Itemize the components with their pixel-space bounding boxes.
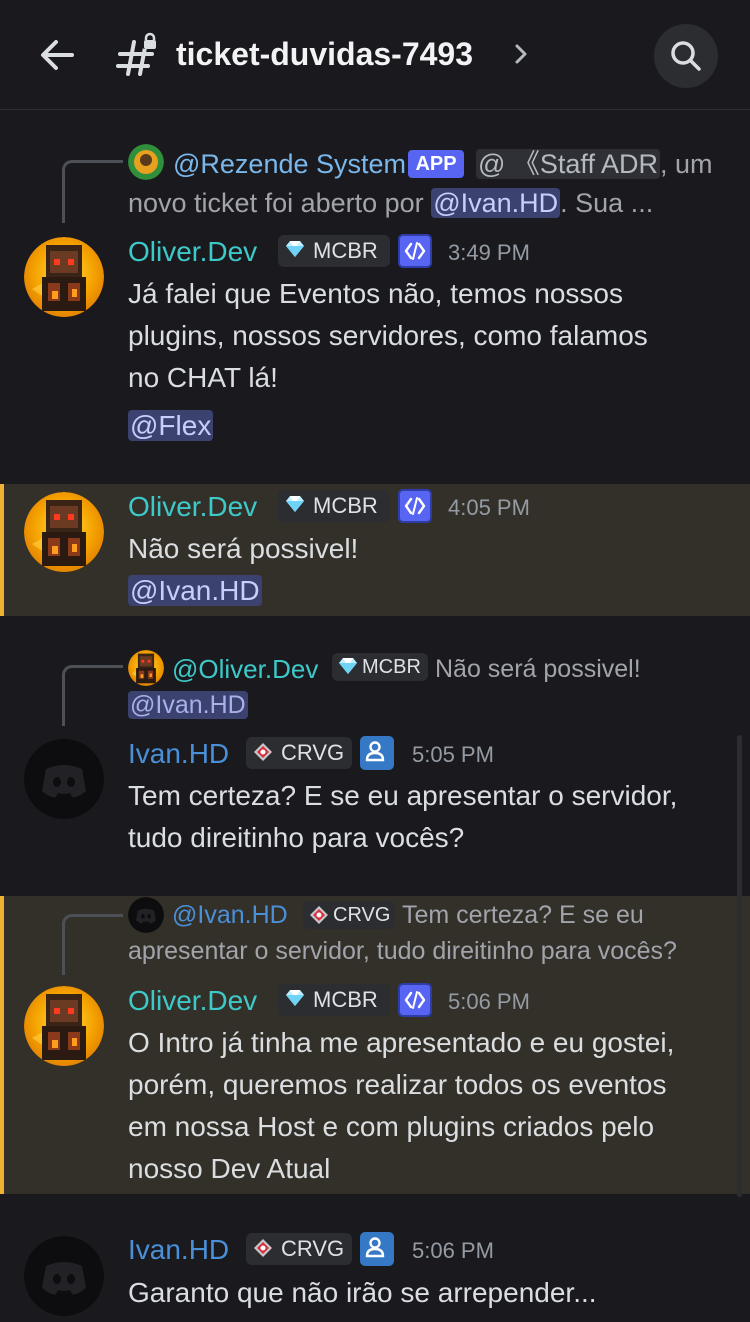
user-mention[interactable]: @Ivan.HD <box>128 575 262 606</box>
message-line: Não será possivel! <box>128 533 359 564</box>
message-line: no CHAT lá! <box>128 362 278 393</box>
timestamp: 5:06 PM <box>448 989 530 1014</box>
timestamp: 4:05 PM <box>448 495 530 520</box>
timestamp: 3:49 PM <box>448 240 530 265</box>
chevron-right-icon[interactable] <box>514 42 528 66</box>
reply-text-line[interactable]: novo ticket foi aberto por @Ivan.HD. Sua… <box>128 185 653 221</box>
guild-tag[interactable]: CRVG <box>246 1233 352 1265</box>
reply-text-line[interactable]: @Ivan.HD <box>128 687 248 723</box>
arrow-left-icon[interactable] <box>36 34 78 76</box>
rezende-system-avatar <box>128 144 164 180</box>
channel-header: ticket-duvidas-7493 <box>0 0 750 110</box>
developer-badge[interactable] <box>398 234 432 268</box>
code-icon <box>404 990 426 1010</box>
message-line: @Flex <box>128 405 214 447</box>
channel-name[interactable]: ticket-duvidas-7493 <box>176 34 473 74</box>
search-button[interactable] <box>654 24 718 88</box>
app-badge: APP <box>408 150 464 178</box>
message-line: porém, queremos realizar todos os evento… <box>128 1069 667 1100</box>
code-icon <box>404 241 426 261</box>
avatar[interactable] <box>24 986 104 1066</box>
message-line: tudo direitinho para vocês? <box>128 822 465 853</box>
diamond-icon <box>286 496 304 512</box>
developer-badge[interactable] <box>398 489 432 523</box>
guild-tag[interactable]: MCBR <box>278 235 390 267</box>
guild-tag[interactable]: CRVG <box>303 901 395 929</box>
crvg-icon <box>254 1239 272 1257</box>
member-badge[interactable] <box>360 1232 394 1266</box>
user-icon <box>365 1237 385 1258</box>
user-mention[interactable]: @Ivan.HD <box>431 188 561 218</box>
guild-tag[interactable]: MCBR <box>278 984 390 1016</box>
user-mention[interactable]: @Ivan.HD <box>128 691 248 719</box>
diamond-icon <box>339 658 357 674</box>
author-name[interactable]: Oliver.Dev <box>128 234 257 270</box>
reply-text[interactable]: @ 《Staff ADR, um <box>476 146 713 182</box>
message-line: plugins, nossos servidores, como falamos <box>128 320 648 351</box>
reply-text[interactable]: Tem certeza? E se eu <box>402 897 644 933</box>
message-line: nosso Dev Atual <box>128 1153 331 1184</box>
message-line: Tem certeza? E se eu apresentar o servid… <box>128 780 678 811</box>
reply-spine <box>62 665 123 726</box>
crvg-icon <box>254 743 272 761</box>
reply-avatar <box>128 650 164 686</box>
reply-author[interactable]: @Rezende System <box>173 146 406 182</box>
author-name[interactable]: Oliver.Dev <box>128 983 257 1019</box>
timestamp: 5:06 PM <box>412 1238 494 1263</box>
guild-tag[interactable]: MCBR <box>332 653 428 681</box>
user-icon <box>365 741 385 762</box>
text-channel-locked-icon <box>116 32 158 76</box>
code-icon <box>404 496 426 516</box>
crvg-icon <box>310 906 328 924</box>
avatar[interactable] <box>24 739 104 819</box>
avatar[interactable] <box>24 1236 104 1316</box>
message-line: O Intro já tinha me apresentado e eu gos… <box>128 1027 675 1058</box>
reply-text[interactable]: Não será possivel! <box>435 651 641 687</box>
diamond-icon <box>286 241 304 257</box>
developer-badge[interactable] <box>398 983 432 1017</box>
timestamp: 5:05 PM <box>412 742 494 767</box>
diamond-icon <box>286 990 304 1006</box>
reply-author[interactable]: @Ivan.HD <box>172 897 288 933</box>
avatar[interactable] <box>24 492 104 572</box>
search-icon <box>671 41 701 71</box>
message-line: Já falei que Eventos não, temos nossos <box>128 278 623 309</box>
author-name[interactable]: Ivan.HD <box>128 736 229 772</box>
reply-spine <box>62 914 123 975</box>
author-name[interactable]: Ivan.HD <box>128 1232 229 1268</box>
avatar[interactable] <box>24 237 104 317</box>
guild-tag[interactable]: MCBR <box>278 490 390 522</box>
message-line: @Ivan.HD <box>128 570 262 612</box>
guild-tag[interactable]: CRVG <box>246 737 352 769</box>
reply-spine <box>62 160 123 223</box>
member-badge[interactable] <box>360 736 394 770</box>
scrollbar[interactable] <box>737 735 742 1197</box>
message-line: em nossa Host e com plugins criados pelo <box>128 1111 655 1142</box>
reply-author[interactable]: @Oliver.Dev <box>172 651 318 687</box>
message-line: Garanto que não irão se arrepender... <box>128 1277 597 1308</box>
reply-text-line[interactable]: apresentar o servidor, tudo direitinho p… <box>128 933 677 969</box>
reply-avatar <box>128 897 164 933</box>
user-mention[interactable]: @Flex <box>128 410 214 441</box>
role-mention[interactable]: @ 《Staff ADR <box>476 149 660 179</box>
author-name[interactable]: Oliver.Dev <box>128 489 257 525</box>
